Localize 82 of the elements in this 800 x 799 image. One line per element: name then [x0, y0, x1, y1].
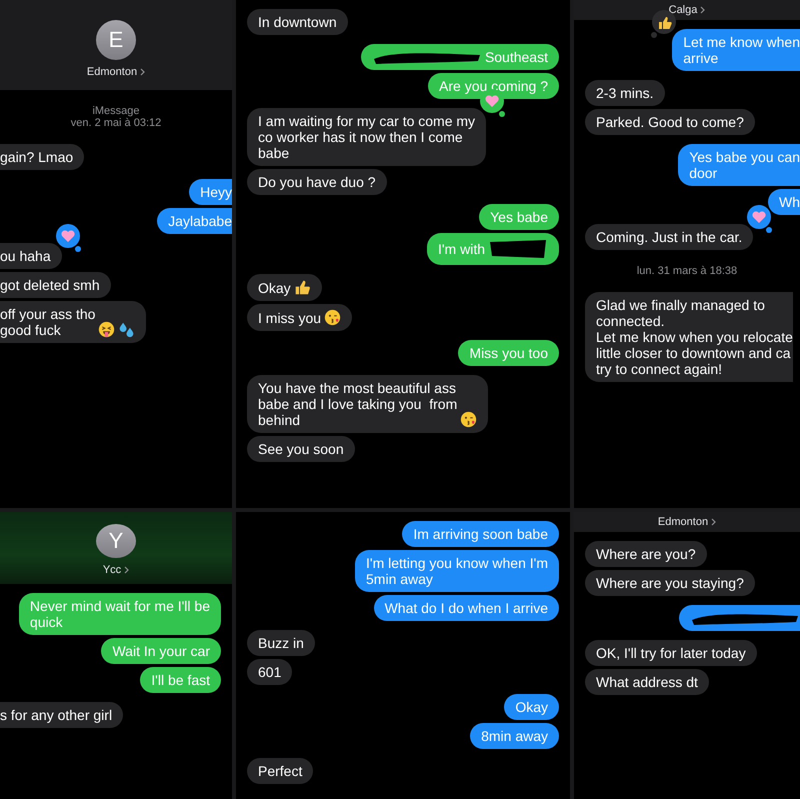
- message-text: 2-3 mins.: [596, 85, 654, 101]
- message-text: Buzz in: [258, 635, 304, 651]
- message-text: See you soon: [258, 441, 344, 457]
- message-bubble[interactable]: 601: [247, 659, 292, 685]
- chevron-icon: [711, 518, 716, 526]
- message-bubble[interactable]: OK, I'll try for later today: [585, 640, 757, 666]
- message-bubble[interactable]: off your ass tho good fuck: [0, 301, 146, 343]
- message-bubble[interactable]: gain? Lmao: [0, 144, 84, 170]
- chevron-icon: [124, 566, 130, 574]
- message-bubble[interactable]: You have the most beautiful ass babe and I love taking you from behind: [247, 375, 488, 433]
- message-bubble[interactable]: I miss you: [247, 304, 352, 331]
- message-text: ou haha: [0, 248, 51, 264]
- message-bubble[interactable]: ou haha: [0, 243, 62, 269]
- message-text: Im arriving soon babe: [413, 526, 548, 542]
- message-text: Okay: [515, 699, 548, 715]
- tongue-face-icon: [98, 321, 116, 338]
- message-text: I'll be fast: [151, 672, 210, 688]
- message-bubble[interactable]: got deleted smh: [0, 272, 111, 298]
- contact-name[interactable]: Calga: [668, 4, 698, 16]
- service-label: iMessage: [92, 105, 140, 117]
- message-text: Glad we finally managed to connected. Let me know when you relocate little closer to downtown and ca try to connect again!: [596, 297, 793, 377]
- message-text: OK, I'll try for later today: [596, 645, 746, 661]
- message-bubble[interactable]: I am waiting for my car to come my co worker has it now then I come babe: [247, 108, 486, 166]
- message-text: gain? Lmao: [0, 149, 74, 165]
- message-bubble[interactable]: What address dt: [585, 669, 709, 695]
- message-text: What do I do when I arrive: [384, 600, 548, 616]
- kiss-face-icon: [460, 411, 478, 428]
- message-text: In downtown: [258, 14, 337, 30]
- message-text: I am waiting for my car to come my co worker has it now then I come babe: [258, 113, 476, 161]
- reaction-bubble-icon[interactable]: [54, 223, 84, 253]
- message-text: 8min away: [481, 728, 548, 744]
- message-bubble[interactable]: Coming. Just in the car.: [585, 224, 754, 250]
- chevron-icon: [140, 68, 146, 76]
- chevron-icon: [700, 6, 706, 14]
- message-text: Yes babe: [490, 209, 548, 225]
- message-text: What address dt: [596, 674, 698, 690]
- message-text: Perfect: [258, 763, 302, 779]
- message-bubble[interactable]: [679, 605, 800, 631]
- message-text: Let me know when arrive: [683, 34, 800, 66]
- message-text: Where are you?: [596, 546, 696, 562]
- message-bubble[interactable]: Parked. Good to come?: [585, 109, 755, 135]
- message-text: Jaylababe: [168, 213, 232, 229]
- droplets-icon: [118, 321, 136, 338]
- message-text: Do you have duo ?: [258, 174, 376, 190]
- message-bubble[interactable]: Where are you?: [585, 541, 707, 567]
- message-text: Parked. Good to come?: [596, 114, 744, 130]
- message-text: I miss you: [258, 310, 322, 326]
- message-bubble[interactable]: Do you have duo ?: [247, 169, 387, 195]
- message-text: Southeast: [484, 49, 548, 65]
- message-text: 601: [258, 664, 282, 680]
- message-bubble[interactable]: Buzz in: [247, 630, 315, 656]
- message-bubble[interactable]: Okay: [247, 274, 322, 301]
- message-text: Never mind wait for me I'll be quick: [30, 598, 210, 630]
- message-text: I'm letting you know when I'm 5min away: [366, 555, 548, 587]
- message-text: Okay: [258, 280, 291, 296]
- message-bubble[interactable]: 2-3 mins.: [585, 80, 665, 106]
- contact-name[interactable]: Edmonton: [658, 516, 708, 528]
- contact-name[interactable]: Edmonton: [86, 66, 138, 78]
- message-bubble[interactable]: Glad we finally managed to connected. Let me know when you relocate little closer to downtown and ca try to connect again!: [585, 292, 793, 382]
- message-bubble[interactable]: Where are you staying?: [585, 570, 755, 596]
- timestamp: lun. 31 mars à 18:38: [636, 265, 738, 277]
- message-text: Coming. Just in the car.: [596, 229, 742, 245]
- message-text: You have the most beautiful ass babe and I love taking you from behind: [258, 380, 458, 428]
- message-bubble[interactable]: s for any other girl: [0, 702, 124, 728]
- timestamp: ven. 2 mai à 03:12: [70, 117, 162, 129]
- message-text: Where are you staying?: [596, 575, 744, 591]
- kiss-face-icon: [324, 309, 342, 326]
- message-bubble[interactable]: See you soon: [247, 436, 355, 462]
- message-text: s for any other girl: [0, 707, 112, 723]
- message-text: Yes babe you can door: [689, 149, 800, 181]
- message-text: Miss you too: [469, 345, 548, 361]
- message-text: got deleted smh: [0, 277, 100, 293]
- thumbs-up-icon: [294, 279, 311, 296]
- message-text: I'm with: [438, 241, 485, 257]
- message-text: off your ass tho good fuck: [0, 306, 96, 338]
- message-text: Are you coming ?: [439, 78, 548, 94]
- message-bubble[interactable]: In downtown: [247, 9, 348, 35]
- message-text: Wh: [779, 194, 800, 210]
- contact-name[interactable]: Ycc: [102, 564, 122, 576]
- message-bubble[interactable]: Perfect: [247, 758, 314, 784]
- message-text: Wait In your car: [112, 643, 210, 659]
- message-text: Heyy: [200, 184, 232, 200]
